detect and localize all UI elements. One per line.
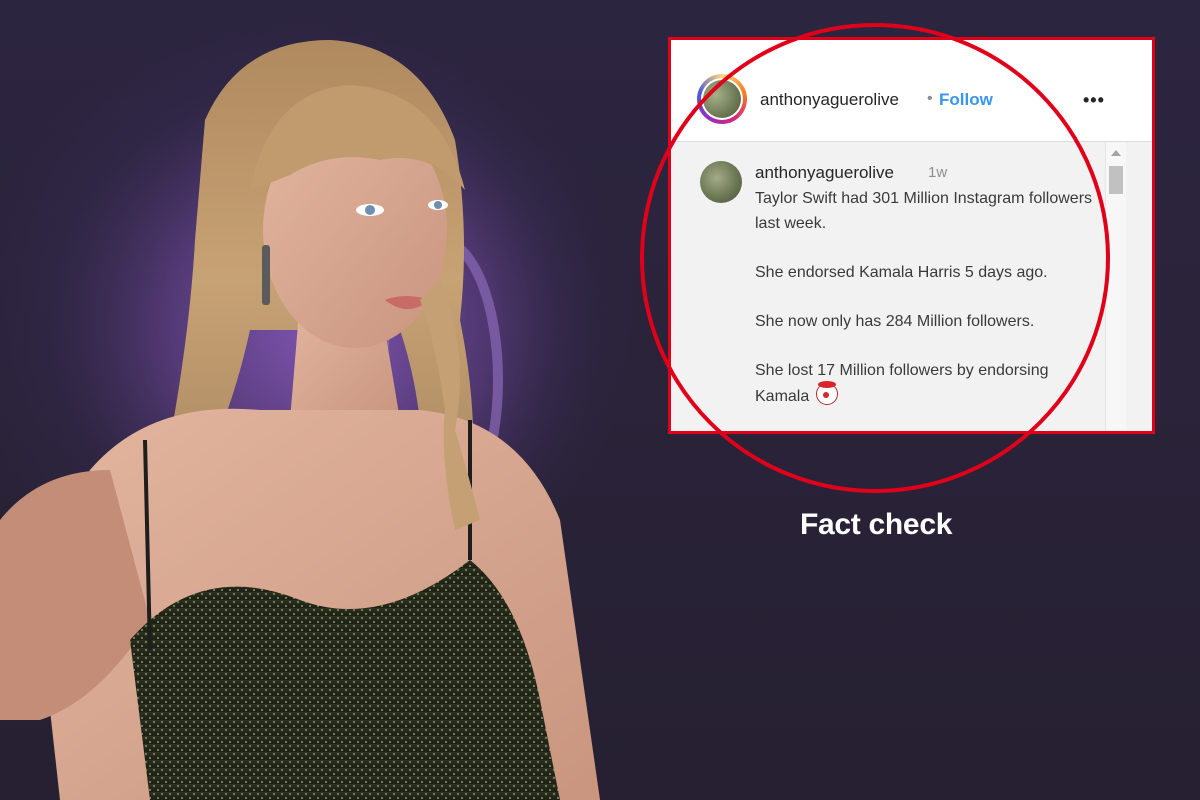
comment-paragraph-text: She lost 17 Million followers by endorsi… xyxy=(755,361,1049,406)
comment-username[interactable]: anthonyaguerolive xyxy=(755,163,894,183)
comment-text: Taylor Swift had 301 Million Instagram f… xyxy=(755,187,1095,410)
photo-illustration xyxy=(0,40,620,800)
comment-section: anthonyaguerolive 1w Taylor Swift had 30… xyxy=(671,142,1152,431)
comment-paragraph: Taylor Swift had 301 Million Instagram f… xyxy=(755,190,1093,232)
comment-paragraph: She endorsed Kamala Harris 5 days ago. xyxy=(755,263,1048,281)
follow-button[interactable]: Follow xyxy=(939,90,993,110)
graphic-stage: anthonyaguerolive • Follow ••• anthonyag… xyxy=(0,0,1200,800)
comment-paragraph-last: She lost 17 Million followers by endorsi… xyxy=(755,359,1095,410)
more-options-icon[interactable]: ••• xyxy=(1083,90,1105,111)
instagram-post-screenshot: anthonyaguerolive • Follow ••• anthonyag… xyxy=(668,37,1155,434)
iris-right xyxy=(434,201,442,209)
iris-left xyxy=(365,205,375,215)
scrollbar-thumb[interactable] xyxy=(1109,166,1123,194)
clown-face-emoji-icon xyxy=(815,381,838,405)
avatar-image xyxy=(701,78,743,120)
comment-scrollbar[interactable] xyxy=(1105,142,1126,431)
fact-check-caption: Fact check xyxy=(800,508,953,541)
profile-avatar[interactable] xyxy=(697,74,747,124)
comment-timestamp: 1w xyxy=(928,164,948,181)
separator-dot: • xyxy=(927,90,933,107)
celebrity-photo xyxy=(0,0,640,800)
comment-avatar[interactable] xyxy=(700,161,742,203)
comment-paragraph: She now only has 284 Million followers. xyxy=(755,312,1035,330)
scroll-up-arrow-icon[interactable] xyxy=(1111,150,1121,156)
header-username[interactable]: anthonyaguerolive xyxy=(760,90,899,110)
earring xyxy=(262,245,270,305)
